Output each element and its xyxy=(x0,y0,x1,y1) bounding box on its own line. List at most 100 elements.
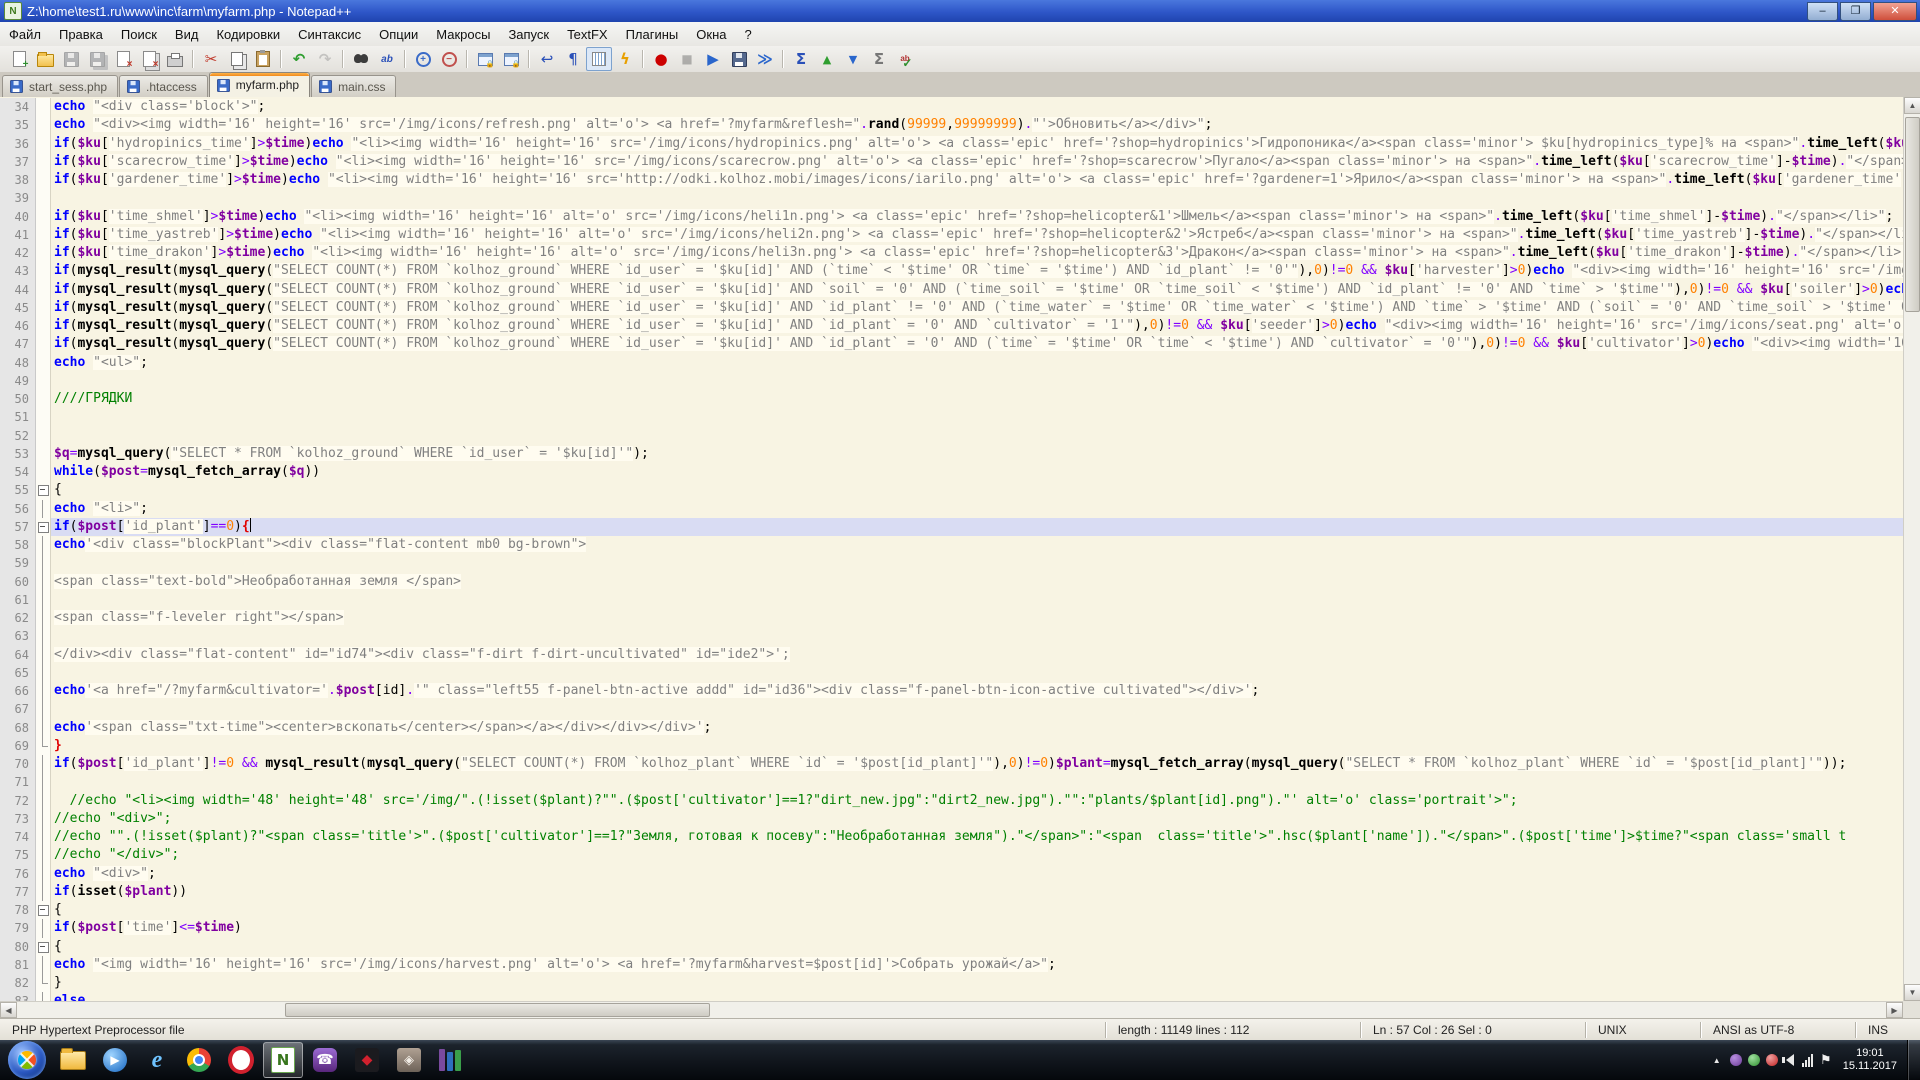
new-file-button[interactable]: + xyxy=(6,47,32,71)
line-number: 49 xyxy=(0,372,36,390)
show-hidden-icons-arrow[interactable]: ▲ xyxy=(1707,1048,1727,1072)
update-tray-icon[interactable] xyxy=(1745,1048,1763,1072)
fold-collapse-icon[interactable] xyxy=(38,905,49,916)
vertical-scrollbar[interactable]: ▲ ▼ xyxy=(1903,97,1920,1001)
line-number: 34 xyxy=(0,98,36,116)
menu-item-плагины[interactable]: Плагины xyxy=(617,24,688,45)
menu-item-окна[interactable]: Окна xyxy=(687,24,735,45)
menu-item-поиск[interactable]: Поиск xyxy=(112,24,166,45)
viber-tray-icon[interactable] xyxy=(1727,1048,1745,1072)
fold-margin xyxy=(36,317,51,335)
code-text: if(mysql_result(mysql_query("SELECT COUN… xyxy=(51,299,1903,317)
close-all-button[interactable]: × xyxy=(136,47,162,71)
code-line: 77if(isset($plant)) xyxy=(0,883,1903,901)
tab-start-sess-php[interactable]: start_sess.php xyxy=(2,75,118,97)
chrome-icon[interactable] xyxy=(179,1042,219,1078)
macro-save-button[interactable] xyxy=(726,47,752,71)
menu-item-textfx[interactable]: TextFX xyxy=(558,24,616,45)
show-all-chars-button[interactable]: ¶ xyxy=(560,47,586,71)
sync-vertical-button[interactable] xyxy=(472,47,498,71)
fold-margin xyxy=(36,135,51,153)
show-desktop-button[interactable] xyxy=(1907,1040,1920,1080)
action-center-icon[interactable]: ⚑ xyxy=(1817,1048,1835,1072)
menu-item-вид[interactable]: Вид xyxy=(166,24,208,45)
line-number: 82 xyxy=(0,974,36,992)
close-button[interactable]: × xyxy=(110,47,136,71)
close-window-button[interactable]: ✕ xyxy=(1873,2,1917,21)
fold-collapse-icon[interactable] xyxy=(38,942,49,953)
start-button[interactable] xyxy=(8,1041,46,1079)
sort-desc-button[interactable]: ▼ xyxy=(840,47,866,71)
macro-record-button[interactable]: ● xyxy=(648,47,674,71)
undo-button[interactable]: ↶ xyxy=(286,47,312,71)
spellcheck-button[interactable]: ab xyxy=(892,47,918,71)
horizontal-scroll-thumb[interactable] xyxy=(285,1003,710,1017)
replace-button[interactable]: ab xyxy=(374,47,400,71)
scroll-left-arrow[interactable]: ◀ xyxy=(0,1002,17,1018)
tab-myfarm-php[interactable]: myfarm.php xyxy=(209,72,310,97)
vertical-scroll-thumb[interactable] xyxy=(1905,117,1920,312)
game-icon[interactable]: ◆ xyxy=(347,1042,387,1078)
code-line: 66echo'<a href="/?myfarm&cultivator='.$p… xyxy=(0,682,1903,700)
sort-asc-button[interactable]: ▲ xyxy=(814,47,840,71)
code-line: 38if($ku['gardener_time']>$time)echo "<l… xyxy=(0,171,1903,189)
cut-button[interactable]: ✂ xyxy=(198,47,224,71)
tab--htaccess[interactable]: .htaccess xyxy=(119,75,208,97)
network-icon[interactable] xyxy=(1799,1048,1817,1072)
volume-icon[interactable] xyxy=(1781,1048,1799,1072)
scroll-right-arrow[interactable]: ▶ xyxy=(1886,1002,1903,1018)
tab-main-css[interactable]: main.css xyxy=(311,75,396,97)
app-icon[interactable]: ◈ xyxy=(389,1042,429,1078)
word-wrap-button[interactable]: ↩ xyxy=(534,47,560,71)
macro-run-button[interactable]: ≫ xyxy=(752,47,778,71)
fold-collapse-icon[interactable] xyxy=(38,522,49,533)
notepadpp-icon[interactable]: N xyxy=(263,1042,303,1078)
menu-item-синтаксис[interactable]: Синтаксис xyxy=(289,24,370,45)
paste-button[interactable] xyxy=(250,47,276,71)
textfx-sum-button[interactable]: Σ xyxy=(788,47,814,71)
opera-icon[interactable] xyxy=(221,1042,261,1078)
open-button[interactable] xyxy=(32,47,58,71)
title-bar[interactable]: N Z:\home\test1.ru\www\inc\farm\myfarm.p… xyxy=(0,0,1920,22)
menu-item-макросы[interactable]: Макросы xyxy=(427,24,499,45)
winrar-icon[interactable] xyxy=(431,1042,471,1078)
copy-button[interactable] xyxy=(224,47,250,71)
fold-collapse-icon[interactable] xyxy=(38,485,49,496)
macro-play-button[interactable]: ▶ xyxy=(700,47,726,71)
code-editor[interactable]: 34echo "<div class='block'>";35echo "<di… xyxy=(0,97,1920,1001)
code-line: 60<span class="text-bold">Необработанная… xyxy=(0,573,1903,591)
menu-item-запуск[interactable]: Запуск xyxy=(499,24,558,45)
menu-item-кодировки[interactable]: Кодировки xyxy=(207,24,289,45)
zoom-in-icon: + xyxy=(416,52,431,67)
status-doc-type: PHP Hypertext Preprocessor file xyxy=(0,1022,1105,1038)
taskbar-clock[interactable]: 19:01 15.11.2017 xyxy=(1835,1047,1907,1073)
zoom-in-button[interactable]: + xyxy=(410,47,436,71)
scroll-down-arrow[interactable]: ▼ xyxy=(1904,984,1920,1001)
sync-horizontal-button[interactable] xyxy=(498,47,524,71)
zoom-out-button[interactable]: − xyxy=(436,47,462,71)
ie-icon[interactable]: e xyxy=(137,1042,177,1078)
code-text: if($ku['gardener_time']>$time)echo "<li>… xyxy=(51,171,1903,189)
code-line: 46if(mysql_result(mysql_query("SELECT CO… xyxy=(0,317,1903,335)
explorer-icon[interactable] xyxy=(53,1042,93,1078)
minimize-button[interactable]: – xyxy=(1807,2,1838,21)
code-text: } xyxy=(51,974,1903,992)
maximize-button[interactable]: ❐ xyxy=(1840,2,1871,21)
sum-icon: Σ xyxy=(796,52,806,67)
menu-item-опции[interactable]: Опции xyxy=(370,24,427,45)
viber-icon[interactable]: ☎ xyxy=(305,1042,345,1078)
code-text xyxy=(51,664,1903,682)
horizontal-scrollbar[interactable]: ◀ ▶ xyxy=(0,1001,1920,1018)
doc-map-button[interactable]: ϟ xyxy=(612,47,638,71)
print-button[interactable] xyxy=(162,47,188,71)
scroll-up-arrow[interactable]: ▲ xyxy=(1904,97,1920,114)
menu-item-правка[interactable]: Правка xyxy=(50,24,112,45)
indent-guide-button[interactable] xyxy=(586,47,612,71)
media-player-icon[interactable]: ▶ xyxy=(95,1042,135,1078)
textfx-sigma2-button[interactable]: Σ xyxy=(866,47,892,71)
code-area[interactable]: 34echo "<div class='block'>";35echo "<di… xyxy=(0,98,1903,1001)
menu-item-?[interactable]: ? xyxy=(735,24,760,45)
menu-item-файл[interactable]: Файл xyxy=(0,24,50,45)
antivirus-tray-icon[interactable] xyxy=(1763,1048,1781,1072)
find-button[interactable] xyxy=(348,47,374,71)
